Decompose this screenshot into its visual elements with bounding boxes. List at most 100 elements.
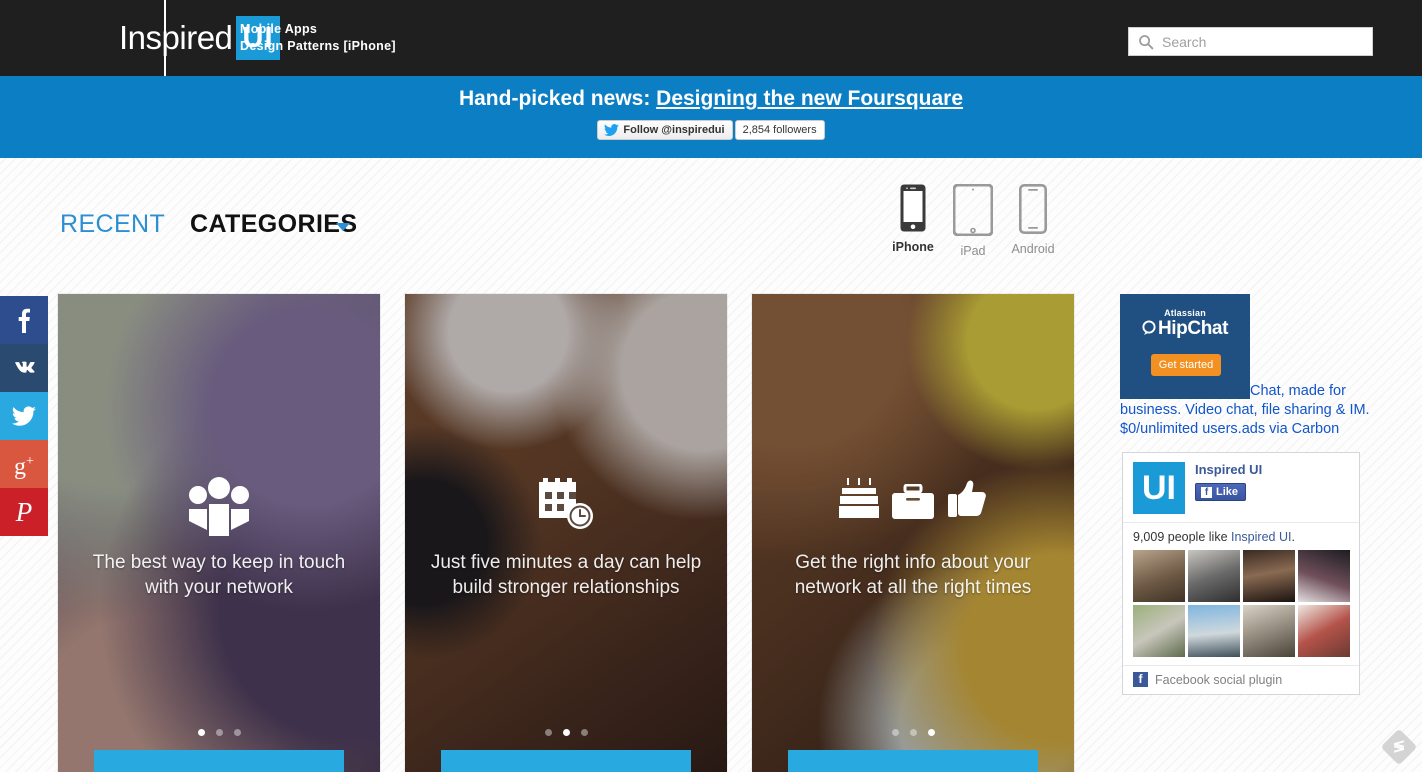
avatar[interactable] bbox=[1243, 605, 1295, 657]
people-group-icon bbox=[189, 477, 249, 536]
screenshot-card[interactable]: Get the right info about your network at… bbox=[752, 294, 1074, 772]
calendar-clock-icon bbox=[539, 478, 593, 529]
social-share-rail: g+ P bbox=[0, 296, 48, 536]
tab-recent[interactable]: RECENT bbox=[60, 210, 165, 239]
share-twitter-button[interactable] bbox=[0, 392, 48, 440]
avatar[interactable] bbox=[1188, 550, 1240, 602]
facebook-f-icon: f bbox=[1133, 672, 1148, 687]
twitter-icon bbox=[12, 406, 36, 426]
avatar[interactable] bbox=[1133, 605, 1185, 657]
card-cta-button[interactable] bbox=[94, 750, 344, 772]
search-icon bbox=[1139, 34, 1154, 49]
facebook-page-meta: Inspired UI f Like bbox=[1195, 462, 1262, 514]
device-filter-ipad[interactable]: iPad bbox=[950, 183, 996, 258]
card-dot[interactable] bbox=[544, 729, 552, 736]
card-pagination-dots[interactable] bbox=[752, 729, 1074, 736]
avatar[interactable] bbox=[1188, 605, 1240, 657]
screenshot-card-grid: The best way to keep in touch with your … bbox=[58, 294, 1074, 772]
ad-copy-line-3: $0/unlimited users.ads via Carbon bbox=[1120, 421, 1340, 437]
avatar[interactable] bbox=[1243, 550, 1295, 602]
avatar[interactable] bbox=[1133, 550, 1185, 602]
news-banner: Hand-picked news: Designing the new Four… bbox=[0, 76, 1422, 158]
card-cta-button[interactable] bbox=[788, 750, 1038, 772]
hipchat-bubble-icon bbox=[1142, 320, 1156, 335]
card-dot[interactable] bbox=[562, 729, 570, 736]
briefcase-icon bbox=[892, 484, 934, 519]
twitter-follow-label: Follow @inspiredui bbox=[623, 124, 725, 136]
share-vk-button[interactable] bbox=[0, 344, 48, 392]
card-pagination-dots[interactable] bbox=[405, 729, 727, 736]
facebook-icon bbox=[18, 308, 30, 333]
twitter-follower-count[interactable]: 2,854 followers bbox=[734, 120, 825, 140]
news-banner-link[interactable]: Designing the new Foursquare bbox=[656, 87, 963, 110]
get-started-button[interactable]: Get started bbox=[1151, 354, 1221, 376]
card-icon-row bbox=[58, 476, 380, 536]
card-dot[interactable] bbox=[909, 729, 917, 736]
card-overlay bbox=[405, 294, 727, 772]
facebook-page-link[interactable]: Inspired UI bbox=[1231, 530, 1291, 544]
ipad-icon bbox=[952, 183, 994, 237]
facebook-plugin-footer-label[interactable]: Facebook social plugin bbox=[1155, 673, 1282, 687]
pinterest-icon: P bbox=[15, 497, 33, 527]
facebook-friend-faces bbox=[1123, 550, 1359, 665]
site-tagline: Mobile Apps Design Patterns [iPhone] bbox=[240, 21, 396, 55]
hipchat-wordmark: HipChat bbox=[1157, 318, 1229, 339]
tagline-line-1: Mobile Apps bbox=[240, 22, 318, 36]
share-googleplus-button[interactable]: g+ bbox=[0, 440, 48, 488]
share-facebook-button[interactable] bbox=[0, 296, 48, 344]
facebook-like-count-suffix: . bbox=[1291, 530, 1295, 544]
facebook-page-avatar: UI bbox=[1133, 462, 1185, 514]
chevron-down-icon[interactable] bbox=[336, 223, 350, 231]
avatar[interactable] bbox=[1298, 605, 1350, 657]
android-icon bbox=[1018, 183, 1047, 235]
card-caption: Get the right info about your network at… bbox=[794, 552, 1032, 598]
twitter-follow-button[interactable]: Follow @inspiredui bbox=[597, 120, 733, 140]
tab-categories[interactable]: CATEGORIES bbox=[190, 210, 357, 239]
facebook-page-header: UI Inspired UI f Like bbox=[1123, 453, 1359, 522]
card-caption: Just five minutes a day can help build s… bbox=[430, 552, 702, 598]
tagline-line-2: Design Patterns [iPhone] bbox=[240, 39, 396, 53]
card-dot[interactable] bbox=[215, 729, 223, 736]
card-pagination-dots[interactable] bbox=[58, 729, 380, 736]
screenshot-card[interactable]: The best way to keep in touch with your … bbox=[58, 294, 380, 772]
hipchat-ad-tile[interactable]: Atlassian HipChat Get started bbox=[1120, 294, 1250, 399]
twitter-follow-row: Follow @inspiredui 2,854 followers bbox=[0, 120, 1422, 140]
page-root: Inspired UI Mobile Apps Design Patterns … bbox=[0, 0, 1422, 772]
card-dot[interactable] bbox=[197, 729, 205, 736]
ad-copy-line-2: business. Video chat, file sharing & IM. bbox=[1120, 402, 1370, 418]
search-box[interactable] bbox=[1128, 27, 1373, 56]
facebook-like-count: 9,009 people like Inspired UI. bbox=[1123, 522, 1359, 550]
share-pinterest-button[interactable]: P bbox=[0, 488, 48, 536]
device-filter-android[interactable]: Android bbox=[1010, 183, 1056, 258]
hipchat-logo: HipChat bbox=[1120, 318, 1250, 340]
screenshot-card[interactable]: Just five minutes a day can help build s… bbox=[405, 294, 727, 772]
search-input[interactable] bbox=[1162, 33, 1357, 50]
facebook-like-button[interactable]: f Like bbox=[1195, 483, 1247, 501]
feedly-icon[interactable]: ≶ bbox=[1380, 728, 1418, 766]
atlassian-label: Atlassian bbox=[1164, 308, 1206, 318]
card-dot[interactable] bbox=[580, 729, 588, 736]
card-cta-button[interactable] bbox=[441, 750, 691, 772]
content-nav: RECENT CATEGORIES bbox=[0, 158, 1422, 292]
card-overlay bbox=[752, 294, 1074, 772]
facebook-plugin-footer: f Facebook social plugin bbox=[1123, 665, 1359, 694]
thumbs-up-icon bbox=[948, 480, 986, 517]
device-filter-iphone[interactable]: iPhone bbox=[890, 184, 936, 258]
feedly-glyph: ≶ bbox=[1392, 738, 1406, 755]
avatar[interactable] bbox=[1298, 550, 1350, 602]
card-dot[interactable] bbox=[927, 729, 935, 736]
card-icon-row bbox=[405, 476, 727, 532]
news-banner-text: Hand-picked news: Designing the new Four… bbox=[0, 87, 1422, 111]
iphone-icon bbox=[900, 184, 926, 232]
facebook-f-icon: f bbox=[1201, 486, 1212, 498]
logo-wordmark: Inspired bbox=[119, 19, 233, 56]
facebook-like-count-prefix: 9,009 people like bbox=[1133, 530, 1231, 544]
card-dot[interactable] bbox=[233, 729, 241, 736]
right-sidebar: Atlassian HipChat Get started Chat, made… bbox=[1120, 294, 1370, 695]
device-filter-iphone-label: iPhone bbox=[892, 240, 934, 254]
card-dot[interactable] bbox=[891, 729, 899, 736]
carbon-ad[interactable]: Atlassian HipChat Get started Chat, made… bbox=[1120, 294, 1370, 439]
birthday-cake-icon bbox=[839, 478, 879, 518]
news-banner-lead: Hand-picked news: bbox=[458, 87, 657, 110]
facebook-page-name[interactable]: Inspired UI bbox=[1195, 462, 1262, 477]
